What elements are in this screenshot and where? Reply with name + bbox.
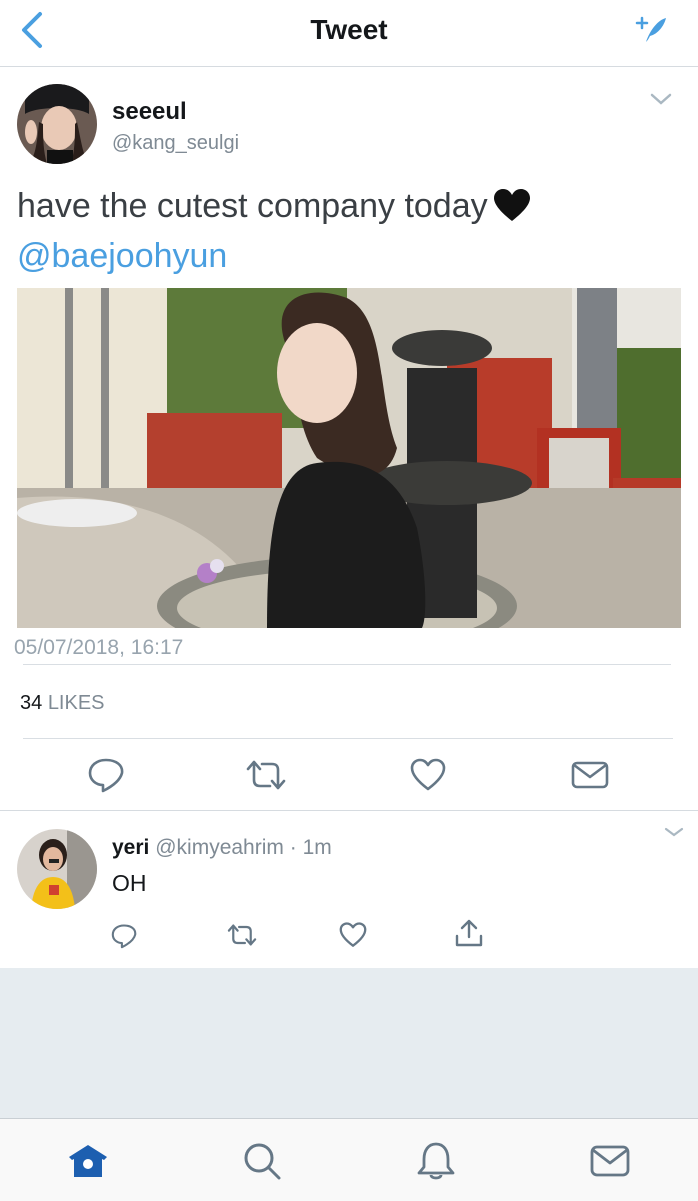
avatar-image (17, 84, 97, 164)
reply-share-button[interactable] (454, 918, 484, 948)
reply-button[interactable] (86, 756, 126, 794)
meta-separator: · (289, 836, 297, 859)
reply-time: 1m (302, 836, 332, 859)
divider (0, 810, 698, 811)
top-nav-bar: Tweet (0, 0, 698, 67)
tweet-photo[interactable] (17, 288, 681, 628)
empty-timeline-area (0, 968, 698, 1118)
reply-header: yeri @kimyeahrim · 1m (112, 836, 332, 860)
tab-messages[interactable] (588, 1139, 632, 1183)
photo-image (17, 288, 681, 628)
tweet-options-button[interactable] (648, 88, 674, 110)
compose-icon (635, 16, 666, 42)
mention-link[interactable]: @baejoohyun (17, 237, 227, 275)
reply-like-button[interactable] (339, 922, 367, 948)
reply-icon (111, 924, 137, 949)
chevron-down-icon (650, 93, 672, 105)
likes-count: 34 (20, 692, 43, 714)
retweet-icon (227, 924, 257, 946)
tweet-text: have the cutest company today @baejoohyu… (17, 184, 677, 278)
bottom-tab-bar (0, 1118, 698, 1201)
likes-label: LIKES (47, 692, 105, 714)
page-title: Tweet (310, 14, 388, 45)
notifications-icon (417, 1142, 455, 1180)
direct-message-button[interactable] (571, 760, 609, 790)
author-name[interactable]: seeeul (112, 98, 187, 126)
tab-home[interactable] (66, 1139, 110, 1183)
retweet-icon (246, 760, 286, 790)
chevron-down-icon (664, 827, 684, 837)
reply-text: OH (112, 870, 147, 896)
reply-icon (88, 758, 124, 793)
compose-button[interactable] (632, 12, 672, 46)
reply-retweet-button[interactable] (226, 922, 258, 948)
reply-author-handle[interactable]: @kimyeahrim (155, 836, 284, 859)
avatar-image (17, 829, 97, 909)
search-icon (244, 1143, 281, 1180)
reply-author-avatar[interactable] (17, 829, 97, 909)
tweet-body: have the cutest company today (17, 187, 488, 225)
messages-icon (590, 1145, 630, 1177)
share-icon (455, 919, 483, 947)
reply-author-name[interactable]: yeri (112, 836, 149, 859)
black-heart-icon (493, 189, 530, 234)
home-icon (69, 1145, 107, 1177)
heart-outline-icon (339, 922, 367, 947)
reply-options-button[interactable] (662, 822, 686, 842)
author-avatar[interactable] (17, 84, 97, 164)
like-button[interactable] (410, 758, 446, 792)
tab-notifications[interactable] (414, 1139, 458, 1183)
author-handle[interactable]: @kang_seulgi (112, 132, 239, 155)
heart-outline-icon (410, 758, 446, 791)
divider (23, 738, 673, 739)
envelope-icon (571, 761, 609, 789)
reply-reply-button[interactable] (110, 922, 138, 950)
likes-stat[interactable]: 34 LIKES (20, 692, 105, 715)
tweet-timestamp: 05/07/2018, 16:17 (14, 636, 184, 659)
divider (23, 664, 671, 665)
retweet-button[interactable] (244, 758, 288, 792)
tab-search[interactable] (240, 1139, 284, 1183)
